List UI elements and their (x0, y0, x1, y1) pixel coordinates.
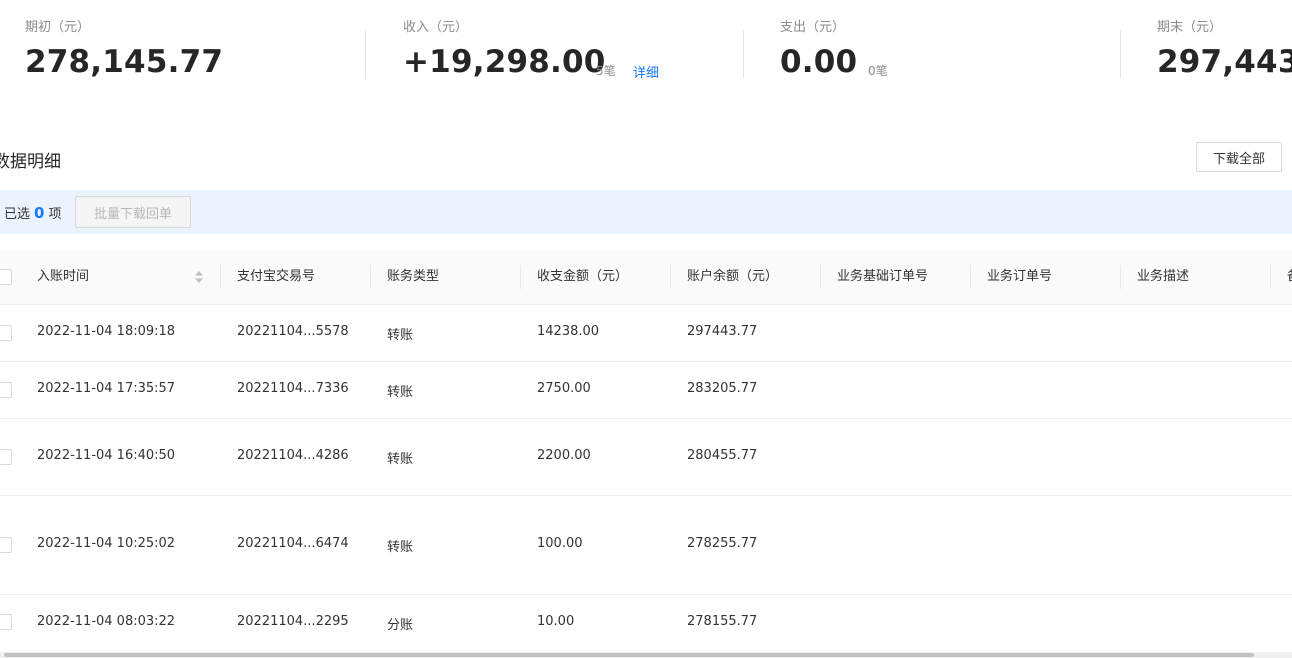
table-row[interactable]: 2022-11-04 16:40:50 20221104...4286 转账 2… (0, 419, 1292, 496)
selection-suffix: 项 (48, 207, 62, 222)
column-divider (670, 265, 671, 289)
column-header-type: 账务类型 (387, 269, 440, 284)
sort-icon[interactable] (194, 270, 204, 284)
selection-count: 0 (34, 204, 45, 222)
cell-type: 转账 (387, 385, 414, 400)
stat-income-label: 收入（元） (403, 20, 469, 35)
table-header: 入账时间 支付宝交易号 账务类型 收支金额（元） 账户余额（元） 业务基础订单号… (0, 250, 1292, 305)
divider (1120, 30, 1121, 78)
stat-opening-label: 期初（元） (25, 20, 91, 35)
stat-closing-value: 297,443.77 (1157, 44, 1292, 80)
cell-trade-no: 20221104...5578 (237, 324, 349, 339)
stat-closing-label: 期末（元） (1157, 20, 1223, 35)
download-all-button[interactable]: 下载全部 (1196, 142, 1282, 172)
cell-balance: 283205.77 (687, 381, 758, 396)
scrollbar-thumb[interactable] (4, 653, 1254, 657)
cell-time: 2022-11-04 08:03:22 (37, 614, 176, 629)
column-header-time[interactable]: 入账时间 (37, 250, 89, 304)
column-header-remark-clip: 备注 (1286, 250, 1292, 304)
table-row[interactable]: 2022-11-04 18:09:18 20221104...5578 转账 1… (0, 305, 1292, 362)
column-header-amount: 收支金额（元） (537, 269, 629, 284)
cell-trade-no: 20221104...7336 (237, 381, 349, 396)
column-divider (820, 265, 821, 289)
divider (365, 30, 366, 78)
income-detail-link[interactable]: 详细 (633, 62, 659, 81)
cell-type: 分账 (387, 618, 414, 633)
row-checkbox[interactable] (0, 325, 12, 341)
cell-balance: 297443.77 (687, 324, 758, 339)
row-checkbox[interactable] (0, 614, 12, 630)
column-header-balance: 账户余额（元） (687, 269, 779, 284)
cell-time: 2022-11-04 17:35:57 (37, 381, 176, 396)
stat-expense-count: 0笔 (868, 64, 888, 78)
table-row[interactable]: 2022-11-04 10:25:02 20221104...6474 转账 1… (0, 496, 1292, 595)
cell-type: 转账 (387, 328, 414, 343)
cell-amount: 14238.00 (537, 324, 600, 339)
cell-trade-no: 20221104...6474 (237, 536, 349, 551)
selection-summary: 已选 0 项 (4, 203, 61, 222)
divider (743, 30, 744, 78)
column-divider (1120, 265, 1121, 289)
column-header-base-order-no: 业务基础订单号 (837, 269, 929, 284)
summary-bar: 期初（元） 278,145.77 收入（元） +19,298.00 5笔 详细 … (0, 0, 1292, 100)
select-all-checkbox[interactable] (0, 269, 12, 285)
column-divider (370, 265, 371, 289)
column-divider (1270, 265, 1271, 289)
stat-expense-label: 支出（元） (780, 20, 846, 35)
cell-time: 2022-11-04 16:40:50 (37, 448, 176, 463)
batch-download-button[interactable]: 批量下载回单 (75, 196, 191, 228)
table-row[interactable]: 2022-11-04 08:03:22 20221104...2295 分账 1… (0, 595, 1292, 651)
cell-amount: 2750.00 (537, 381, 591, 396)
row-checkbox[interactable] (0, 537, 12, 553)
horizontal-scrollbar[interactable] (0, 652, 1292, 658)
cell-balance: 278255.77 (687, 536, 758, 551)
cell-trade-no: 20221104...4286 (237, 448, 349, 463)
cell-type: 转账 (387, 452, 414, 467)
selection-prefix: 已选 (4, 207, 31, 222)
column-header-trade-no: 支付宝交易号 (237, 269, 316, 284)
row-checkbox[interactable] (0, 382, 12, 398)
stat-closing: 期末（元） 297,443.77 (1157, 0, 1292, 100)
column-header-order-no: 业务订单号 (987, 269, 1053, 284)
cell-time: 2022-11-04 18:09:18 (37, 324, 176, 339)
column-divider (970, 265, 971, 289)
cell-time: 2022-11-04 10:25:02 (37, 536, 176, 551)
table-row[interactable]: 2022-11-04 17:35:57 20221104...7336 转账 2… (0, 362, 1292, 419)
section-title: 数据明细 (0, 152, 61, 172)
cell-amount: 10.00 (537, 614, 575, 629)
stat-opening-value: 278,145.77 (25, 44, 224, 80)
stat-income-count: 5笔 (596, 64, 616, 78)
column-divider (220, 265, 221, 289)
stat-income-value: +19,298.00 (403, 44, 606, 80)
column-divider (520, 265, 521, 289)
selection-bar: 已选 0 项 批量下载回单 (0, 190, 1292, 234)
cell-amount: 2200.00 (537, 448, 591, 463)
cell-amount: 100.00 (537, 536, 583, 551)
column-header-description: 业务描述 (1137, 269, 1190, 284)
cell-balance: 278155.77 (687, 614, 758, 629)
cell-trade-no: 20221104...2295 (237, 614, 349, 629)
column-header-remark: 备注 (1287, 250, 1292, 304)
cell-balance: 280455.77 (687, 448, 758, 463)
stat-expense-value: 0.00 (780, 44, 858, 80)
cell-type: 转账 (387, 540, 414, 555)
row-checkbox[interactable] (0, 449, 12, 465)
